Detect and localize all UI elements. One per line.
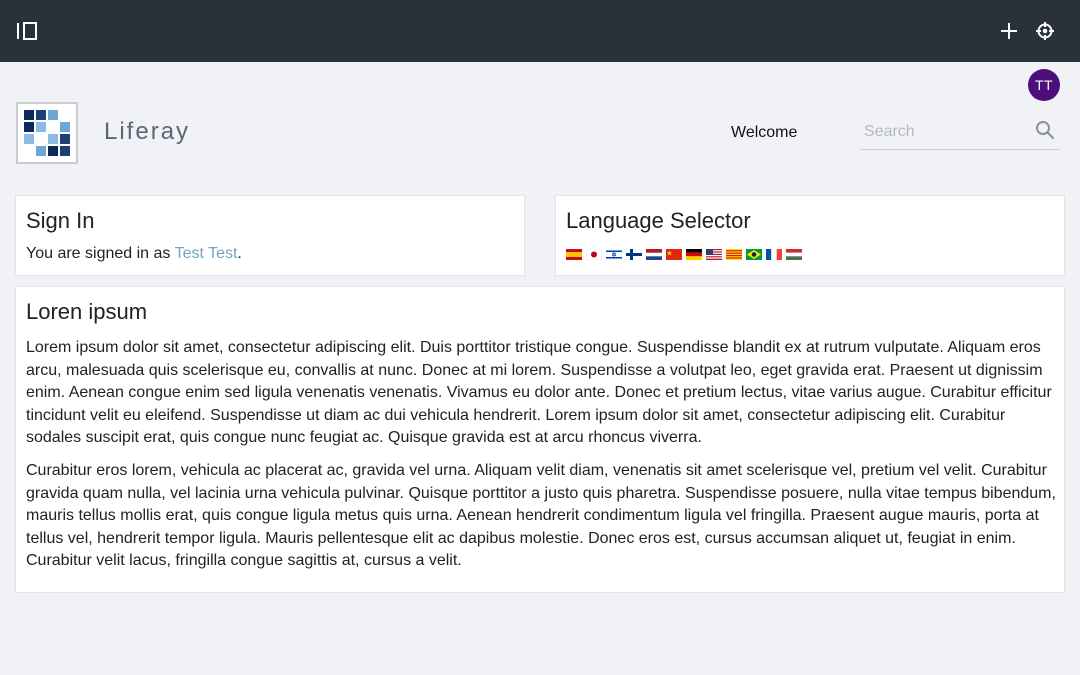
control-menu <box>0 0 1080 62</box>
flag-netherlands-icon[interactable] <box>646 249 662 260</box>
article-body: Lorem ipsum dolor sit amet, consectetur … <box>26 337 1056 583</box>
flag-china-icon[interactable] <box>666 249 682 260</box>
article-paragraph: Curabitur eros lorem, vehicula ac placer… <box>26 461 1056 570</box>
site-logo[interactable] <box>16 102 78 164</box>
nav-item-welcome[interactable]: Welcome <box>731 124 797 142</box>
user-name-link[interactable]: Test Test <box>175 245 238 262</box>
flag-japan-icon[interactable] <box>586 249 602 260</box>
sidebar-toggle-bar <box>17 23 19 39</box>
user-avatar[interactable]: TT <box>1028 69 1060 101</box>
flag-brazil-icon[interactable] <box>746 249 762 260</box>
language-selector-portlet: Language Selector <box>555 195 1065 276</box>
language-selector-title: Language Selector <box>566 208 751 233</box>
flag-finland-icon[interactable] <box>626 249 642 260</box>
search-bar <box>860 115 1060 150</box>
flag-spain-icon[interactable] <box>566 249 582 260</box>
signed-in-prefix: You are signed in as <box>26 245 175 262</box>
signed-in-message: You are signed in as Test Test. <box>26 245 242 263</box>
signed-in-suffix: . <box>237 245 242 262</box>
plus-icon[interactable] <box>998 20 1020 42</box>
sign-in-portlet: Sign In You are signed in as Test Test. <box>15 195 525 276</box>
article-title: Loren ipsum <box>26 299 148 324</box>
flag-france-icon[interactable] <box>766 249 782 260</box>
article-paragraph: Lorem ipsum dolor sit amet, consectetur … <box>26 339 1052 447</box>
liferay-logo-icon <box>24 110 70 156</box>
language-flags <box>566 249 802 260</box>
flag-catalonia-icon[interactable] <box>726 249 742 260</box>
sidebar-toggle-icon[interactable] <box>17 22 39 40</box>
sidebar-toggle-box <box>23 22 37 40</box>
sign-in-title: Sign In <box>26 208 95 233</box>
web-content-portlet: Loren ipsum Lorem ipsum dolor sit amet, … <box>15 286 1065 593</box>
simulation-icon[interactable] <box>1035 21 1055 41</box>
flag-germany-icon[interactable] <box>686 249 702 260</box>
flag-israel-icon[interactable] <box>606 249 622 260</box>
flag-hungary-icon[interactable] <box>786 249 802 260</box>
site-name[interactable]: Liferay <box>104 118 190 146</box>
flag-usa-icon[interactable] <box>706 249 722 260</box>
search-icon[interactable] <box>1035 120 1055 140</box>
search-input[interactable] <box>864 121 1024 143</box>
